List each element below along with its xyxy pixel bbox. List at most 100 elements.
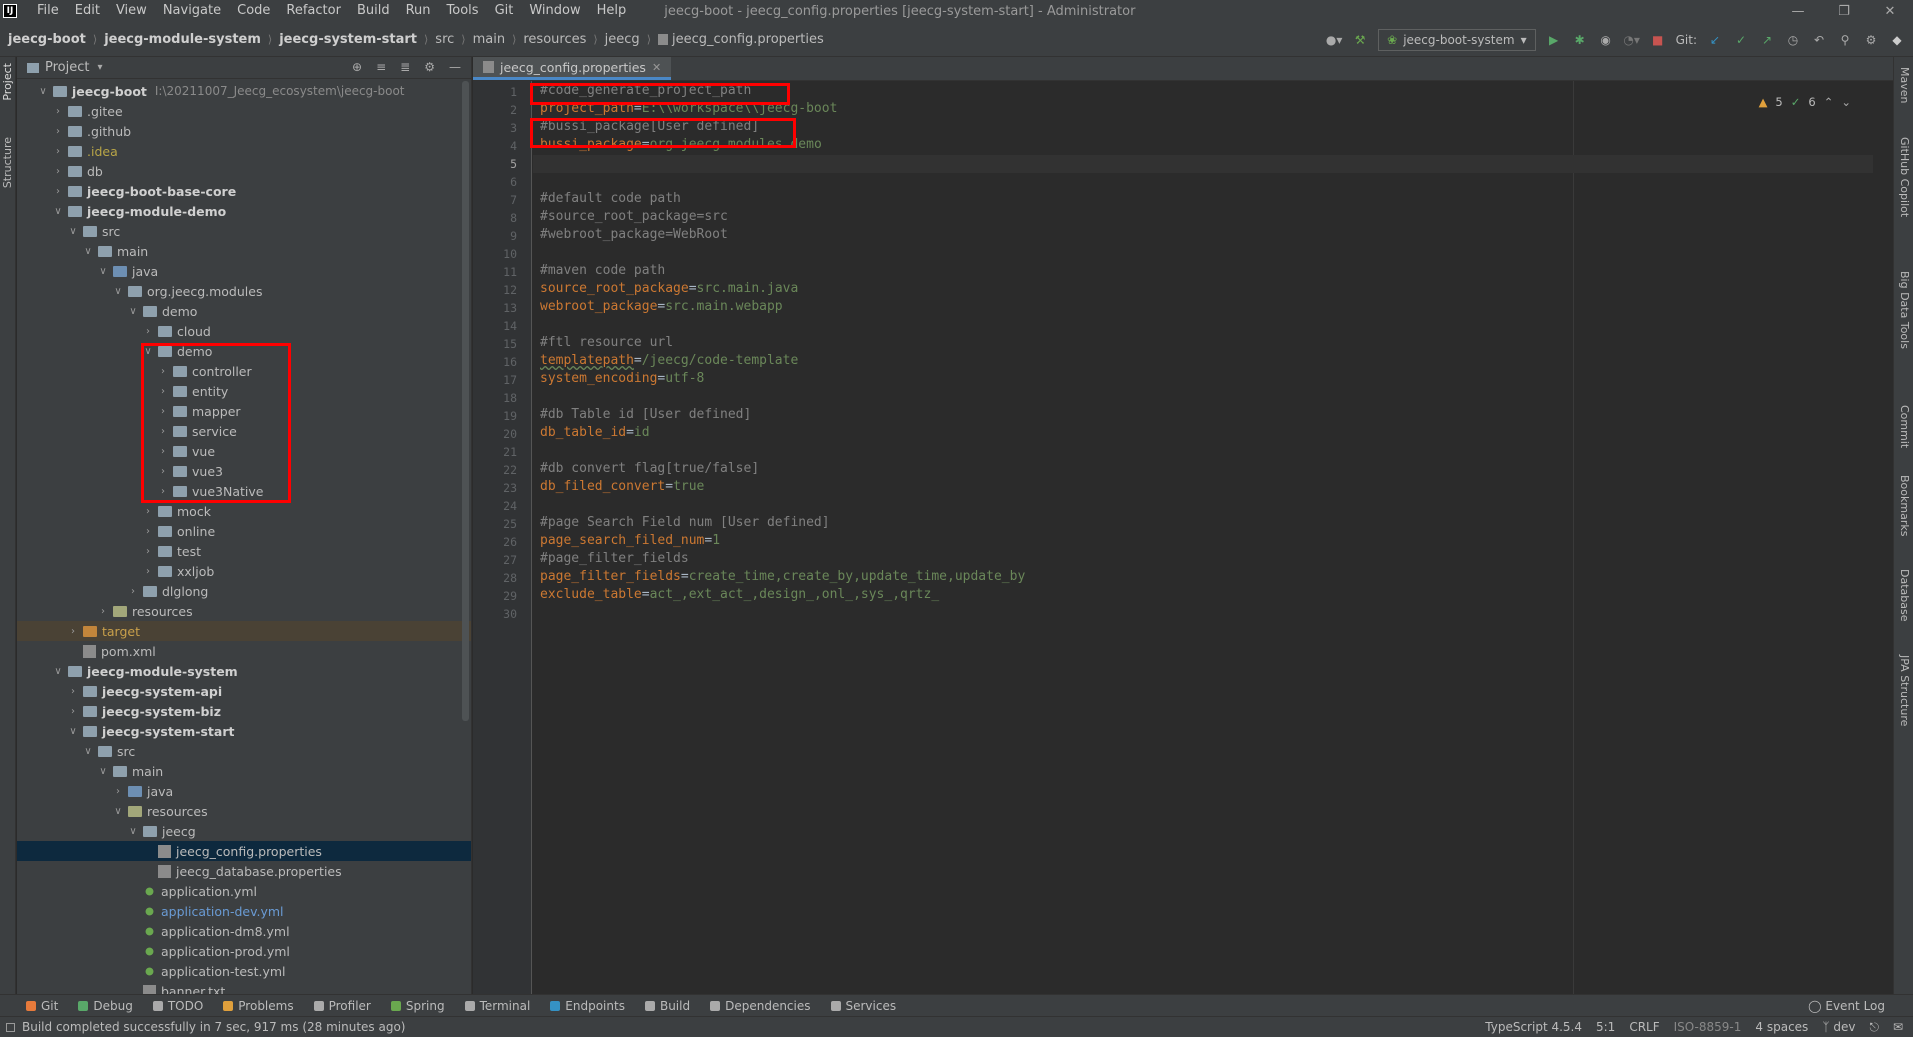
tree-node[interactable]: ∨ java (17, 261, 471, 281)
git-branch[interactable]: ᛉ dev (1822, 1020, 1855, 1035)
chevron-down-icon[interactable]: ∨ (127, 826, 139, 837)
chevron-right-icon[interactable]: › (157, 426, 169, 437)
chevron-down-icon[interactable]: ∨ (52, 206, 64, 217)
menu-run[interactable]: Run (398, 0, 439, 22)
chevron-right-icon[interactable]: › (67, 686, 79, 697)
tool-window-problems[interactable]: Problems (213, 999, 303, 1013)
tree-node[interactable]: ∨ main (17, 761, 471, 781)
code-line[interactable]: #maven code path (540, 263, 665, 278)
chevron-right-icon[interactable]: › (142, 546, 154, 557)
tool-window-services[interactable]: Services (821, 999, 907, 1013)
menu-navigate[interactable]: Navigate (155, 0, 229, 22)
caret-position[interactable]: 5:1 (1596, 1020, 1615, 1035)
chevron-down-icon[interactable]: ∨ (142, 346, 154, 357)
tree-node[interactable]: application-test.yml (17, 961, 471, 981)
tree-node[interactable]: › .gitee (17, 101, 471, 121)
tree-node[interactable]: › .idea (17, 141, 471, 161)
chevron-right-icon[interactable]: › (52, 166, 64, 177)
breadcrumb-item[interactable]: main (473, 32, 505, 47)
event-log-button[interactable]: ◯ Event Log (1808, 999, 1885, 1013)
project-panel-title[interactable]: Project (45, 60, 89, 75)
rollback-icon[interactable]: ↶ (1811, 32, 1827, 48)
chevron-down-icon[interactable]: ∨ (52, 666, 64, 677)
code-editor[interactable]: ▲ 5 ✓ 6 ⌃ ⌄ #code_generate_project_path p… (533, 81, 1893, 994)
expand-all-icon[interactable]: ≡ (376, 60, 386, 74)
collapse-all-icon[interactable]: ≣ (400, 60, 410, 74)
chevron-right-icon[interactable]: › (52, 146, 64, 157)
tool-window-spring[interactable]: Spring (381, 999, 455, 1013)
code-line[interactable]: #page_filter_fields (540, 551, 689, 566)
tree-node[interactable]: ∨ main (17, 241, 471, 261)
tree-node[interactable]: ∨ jeecg-boot I:\20211007_Jeecg_ecosystem\j… (17, 81, 471, 101)
tool-window-build[interactable]: Build (635, 999, 700, 1013)
tree-node[interactable]: › db (17, 161, 471, 181)
menu-tools[interactable]: Tools (439, 0, 487, 22)
git-commit-icon[interactable]: ✓ (1733, 32, 1749, 48)
chevron-right-icon[interactable]: › (67, 626, 79, 637)
right-tool-big-data-tools[interactable]: Big Data Tools (1898, 271, 1911, 349)
chevron-right-icon[interactable]: › (52, 186, 64, 197)
close-tab-icon[interactable]: ✕ (652, 61, 661, 74)
code-line[interactable]: #ftl resource url (540, 335, 673, 350)
restore-icon[interactable]: ❐ (1821, 0, 1867, 22)
chevron-down-icon[interactable]: ∨ (82, 246, 94, 257)
breadcrumb-item[interactable]: jeecg_config.properties (672, 32, 824, 47)
code-line[interactable]: exclude_table=act_,ext_act_,design_,onl_… (540, 587, 939, 602)
chevron-right-icon[interactable]: › (127, 586, 139, 597)
chevron-right-icon[interactable]: › (157, 466, 169, 477)
tree-node[interactable]: application.yml (17, 881, 471, 901)
breadcrumb-item[interactable]: src (435, 32, 454, 47)
tree-node[interactable]: › xxljob (17, 561, 471, 581)
right-tool-bookmarks[interactable]: Bookmarks (1898, 475, 1911, 536)
history-icon[interactable]: ◷ (1785, 32, 1801, 48)
settings-gear-icon[interactable]: ⚙ (1863, 32, 1879, 48)
tree-node[interactable]: ∨ src (17, 741, 471, 761)
minimize-icon[interactable]: — (1775, 0, 1821, 22)
code-line[interactable]: db_table_id=id (540, 425, 650, 440)
project-tool-button[interactable]: Project (1, 63, 14, 101)
code-line[interactable]: page_filter_fields=create_time,create_by… (540, 569, 1025, 584)
chevron-right-icon[interactable]: › (142, 566, 154, 577)
menu-file[interactable]: File (29, 0, 67, 22)
tree-node[interactable]: › java (17, 781, 471, 801)
breadcrumb-item[interactable]: jeecg (605, 32, 640, 47)
code-line[interactable]: #code_generate_project_path (540, 83, 751, 98)
tree-node[interactable]: application-dm8.yml (17, 921, 471, 941)
chevron-up-icon[interactable]: ⌃ (1824, 95, 1834, 109)
tool-window-dependencies[interactable]: Dependencies (700, 999, 820, 1013)
status-icon[interactable] (6, 1022, 15, 1032)
tool-window-git[interactable]: Git (16, 999, 68, 1013)
hide-panel-icon[interactable]: — (449, 60, 461, 74)
tree-node[interactable]: › vue3Native (17, 481, 471, 501)
tree-node[interactable]: ∨ src (17, 221, 471, 241)
chevron-down-icon[interactable]: ∨ (67, 726, 79, 737)
tree-node[interactable]: › mapper (17, 401, 471, 421)
chevron-right-icon[interactable]: › (142, 326, 154, 337)
stop-icon[interactable]: ■ (1650, 32, 1666, 48)
chevron-down-icon[interactable]: ∨ (97, 266, 109, 277)
run-icon[interactable]: ▶ (1546, 32, 1562, 48)
tree-node[interactable]: ∨ resources (17, 801, 471, 821)
tree-node[interactable]: › dlglong (17, 581, 471, 601)
tree-node[interactable]: ∨ jeecg-system-start (17, 721, 471, 741)
chevron-down-icon[interactable]: ∨ (82, 746, 94, 757)
tree-node[interactable]: › jeecg-system-api (17, 681, 471, 701)
tree-node[interactable]: ∨ demo (17, 301, 471, 321)
tree-node[interactable]: jeecg_config.properties (17, 841, 471, 861)
tree-node[interactable]: banner.txt (17, 981, 471, 994)
tree-node[interactable]: › entity (17, 381, 471, 401)
tree-node[interactable]: › target (17, 621, 471, 641)
code-line[interactable]: project_path=E:\\workspace\\jeecg-boot (540, 101, 837, 116)
right-tool-commit[interactable]: Commit (1898, 405, 1911, 448)
code-line[interactable]: #default code path (540, 191, 681, 206)
breadcrumb-item[interactable]: resources (523, 32, 586, 47)
git-update-icon[interactable]: ↙ (1707, 32, 1723, 48)
code-line[interactable]: #db convert flag[true/false] (540, 461, 759, 476)
chevron-right-icon[interactable]: › (52, 126, 64, 137)
code-line[interactable]: #webroot_package=WebRoot (540, 227, 728, 242)
debug-icon[interactable]: ✱ (1572, 32, 1588, 48)
right-tool-maven[interactable]: Maven (1898, 67, 1911, 103)
tree-node[interactable]: › vue3 (17, 461, 471, 481)
breadcrumb-item[interactable]: jeecg-module-system (104, 32, 261, 47)
tree-node[interactable]: › controller (17, 361, 471, 381)
